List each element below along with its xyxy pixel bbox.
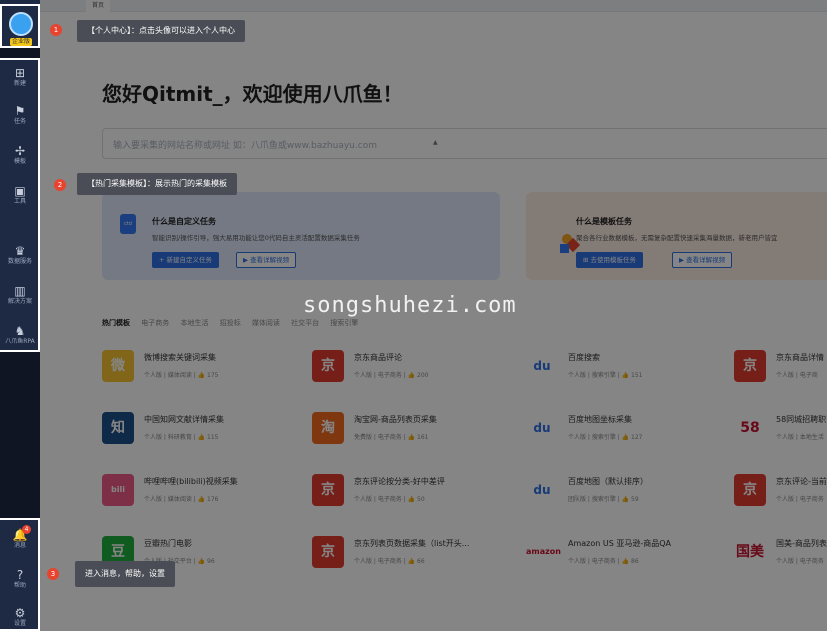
- robot-icon: ♞: [14, 324, 26, 338]
- avatar[interactable]: [9, 12, 33, 36]
- edition-badge: 企业版: [10, 38, 32, 46]
- sidebar-item-messages[interactable]: 🔔 4 消息: [0, 525, 40, 550]
- sidebar-bottom-group: 🔔 4 消息 ? 帮助 ⚙ 设置: [0, 518, 40, 631]
- sidebar-item-new[interactable]: ⊞ 新建: [0, 66, 40, 88]
- guide-step-1-marker: 1: [50, 24, 62, 36]
- plus-square-icon: ⊞: [14, 66, 26, 80]
- pinwheel-icon: ✢: [14, 144, 26, 158]
- sidebar-item-rpa[interactable]: ♞ 八爪鱼RPA: [0, 324, 40, 346]
- watermark: songshuhezi.com: [303, 293, 517, 318]
- sidebar: 企业版 ⊞ 新建 ⚑ 任务 ✢ 模板 ▣ 工具 ♛ 数据服务 ▥ 解决方案 ♞ …: [0, 0, 40, 631]
- guide-tip-bottom-menu: 进入消息，帮助，设置: [75, 561, 175, 587]
- columns-icon: ▥: [14, 284, 26, 298]
- sidebar-item-data-service[interactable]: ♛ 数据服务: [0, 244, 40, 266]
- sidebar-item-help[interactable]: ? 帮助: [0, 568, 40, 590]
- crown-icon: ♛: [14, 244, 26, 258]
- guide-overlay-left: [0, 352, 40, 518]
- gear-icon: ⚙: [14, 606, 26, 620]
- sidebar-item-solutions[interactable]: ▥ 解决方案: [0, 284, 40, 306]
- flag-icon: ⚑: [14, 104, 26, 118]
- bell-icon: 🔔: [12, 528, 28, 542]
- sidebar-item-tools[interactable]: ▣ 工具: [0, 184, 40, 206]
- guide-overlay-left: [0, 48, 40, 58]
- sidebar-item-settings[interactable]: ⚙ 设置: [0, 606, 40, 628]
- message-count-badge: 4: [22, 525, 31, 534]
- sidebar-item-templates[interactable]: ✢ 模板: [0, 144, 40, 166]
- guide-tip-profile: 【个人中心】：点击头像可以进入个人中心: [77, 20, 245, 42]
- guide-tip-hot-templates: 【热门采集模板】：展示热门的采集模板: [77, 173, 237, 195]
- toolbox-icon: ▣: [14, 184, 26, 198]
- guide-step-2-marker: 2: [54, 179, 66, 191]
- sidebar-item-tasks[interactable]: ⚑ 任务: [0, 104, 40, 126]
- sidebar-main-group: ⊞ 新建 ⚑ 任务 ✢ 模板 ▣ 工具 ♛ 数据服务 ▥ 解决方案 ♞ 八爪鱼R…: [0, 58, 40, 352]
- avatar-area[interactable]: 企业版: [0, 4, 40, 48]
- help-icon: ?: [16, 568, 24, 582]
- guide-step-3-marker: 3: [47, 568, 59, 580]
